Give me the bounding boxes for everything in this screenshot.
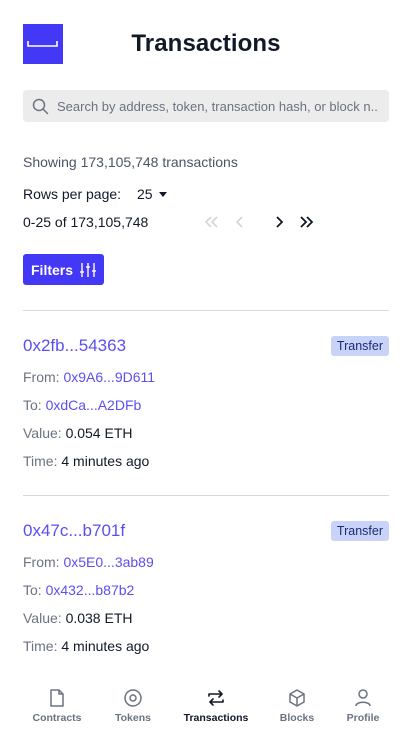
from-address-link[interactable]: 0x9A6...9D611: [63, 369, 155, 385]
time-label: Time:: [23, 453, 58, 469]
time-value: 4 minutes ago: [61, 453, 150, 469]
caret-down-icon: [158, 192, 167, 197]
nav-item-blocks[interactable]: Blocks: [276, 680, 318, 724]
value-label: Value:: [23, 610, 62, 626]
cube-icon: [289, 689, 305, 707]
first-page-button[interactable]: [201, 212, 221, 232]
transaction-hash-link[interactable]: 0x2fb...54363: [23, 336, 126, 356]
from-row: From: 0x9A6...9D611: [23, 369, 155, 385]
to-row: To: 0x432...b87b2: [23, 582, 134, 598]
transaction-type-badge: Transfer: [330, 336, 389, 356]
sliders-icon: [80, 263, 96, 277]
nav-item-label: Blocks: [279, 712, 315, 724]
filters-label: Filters: [31, 262, 74, 278]
pagination-range: 0-25 of 173,105,748: [23, 214, 149, 230]
next-page-button[interactable]: [269, 212, 289, 232]
filters-button[interactable]: Filters: [23, 254, 104, 285]
to-label: To:: [23, 397, 42, 413]
nav-item-label: Contracts: [32, 712, 82, 724]
value-label: Value:: [23, 425, 62, 441]
nav-item-profile[interactable]: Profile: [342, 680, 384, 724]
transaction-hash-link[interactable]: 0x47c...b701f: [23, 521, 125, 541]
divider: [23, 495, 389, 496]
value-amount: 0.038 ETH: [65, 610, 133, 626]
to-row: To: 0xdCa...A2DFb: [23, 397, 141, 413]
time-row: Time: 4 minutes ago: [23, 638, 149, 654]
rows-per-page-value: 25: [137, 186, 153, 202]
to-address-link[interactable]: 0xdCa...A2DFb: [46, 397, 142, 413]
value-row: Value: 0.038 ETH: [23, 610, 133, 626]
rows-per-page-select[interactable]: 25: [137, 186, 167, 202]
double-chevron-left-icon: [204, 216, 218, 228]
time-row: Time: 4 minutes ago: [23, 453, 149, 469]
value-row: Value: 0.054 ETH: [23, 425, 133, 441]
nav-item-label: Transactions: [183, 712, 249, 724]
divider: [23, 310, 389, 311]
results-count: Showing 173,105,748 transactions: [23, 154, 238, 170]
page-title: Transactions: [131, 30, 281, 57]
search-bar[interactable]: [23, 90, 389, 122]
transaction-card: 0x47c...b701f Transfer From: 0x5E0...3ab…: [23, 521, 389, 671]
nav-item-transactions[interactable]: Transactions: [180, 680, 252, 724]
swap-arrows-icon: [208, 690, 224, 706]
last-page-button[interactable]: [297, 212, 317, 232]
transaction-card: 0x2fb...54363 Transfer From: 0x9A6...9D6…: [23, 336, 389, 486]
to-address-link[interactable]: 0x432...b87b2: [46, 582, 135, 598]
header: Transactions: [23, 24, 389, 64]
from-label: From:: [23, 554, 60, 570]
user-icon: [355, 689, 371, 707]
rows-per-page-label: Rows per page:: [23, 186, 122, 202]
nav-item-label: Tokens: [115, 712, 151, 724]
double-chevron-right-icon: [300, 216, 314, 228]
nav-item-label: Profile: [346, 712, 380, 724]
search-icon: [32, 98, 49, 115]
search-input[interactable]: [57, 90, 379, 122]
chevron-right-icon: [276, 216, 284, 228]
document-icon: [50, 689, 64, 707]
value-amount: 0.054 ETH: [65, 425, 133, 441]
from-row: From: 0x5E0...3ab89: [23, 554, 154, 570]
to-label: To:: [23, 582, 42, 598]
prev-page-button[interactable]: [230, 212, 250, 232]
from-label: From:: [23, 369, 60, 385]
chevron-left-icon: [235, 216, 243, 228]
time-label: Time:: [23, 638, 58, 654]
transaction-type-badge: Transfer: [330, 521, 389, 541]
token-icon: [124, 689, 142, 707]
nav-item-tokens[interactable]: Tokens: [108, 680, 158, 724]
time-value: 4 minutes ago: [61, 638, 150, 654]
from-address-link[interactable]: 0x5E0...3ab89: [63, 554, 153, 570]
bottom-nav: Contracts Tokens Transactions Blocks Pro…: [0, 680, 413, 734]
nav-item-contracts[interactable]: Contracts: [28, 680, 86, 724]
